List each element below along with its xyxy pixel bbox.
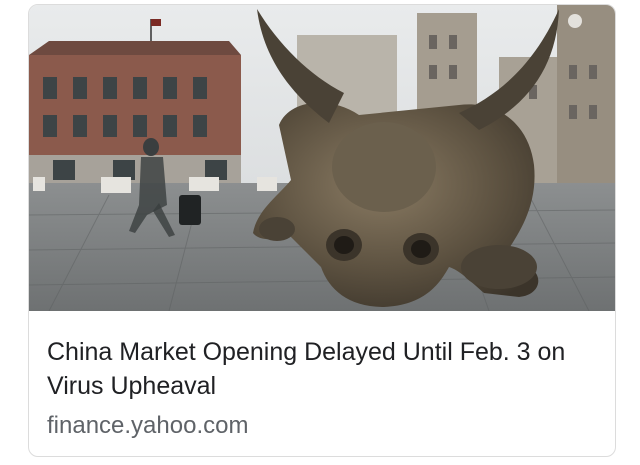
left-building (29, 19, 241, 185)
source-domain: finance.yahoo.com (47, 412, 249, 439)
article-headline[interactable]: China Market Opening Delayed Until Feb. … (47, 335, 607, 403)
article-image[interactable] (29, 5, 616, 311)
news-card[interactable]: China Market Opening Delayed Until Feb. … (28, 4, 616, 457)
